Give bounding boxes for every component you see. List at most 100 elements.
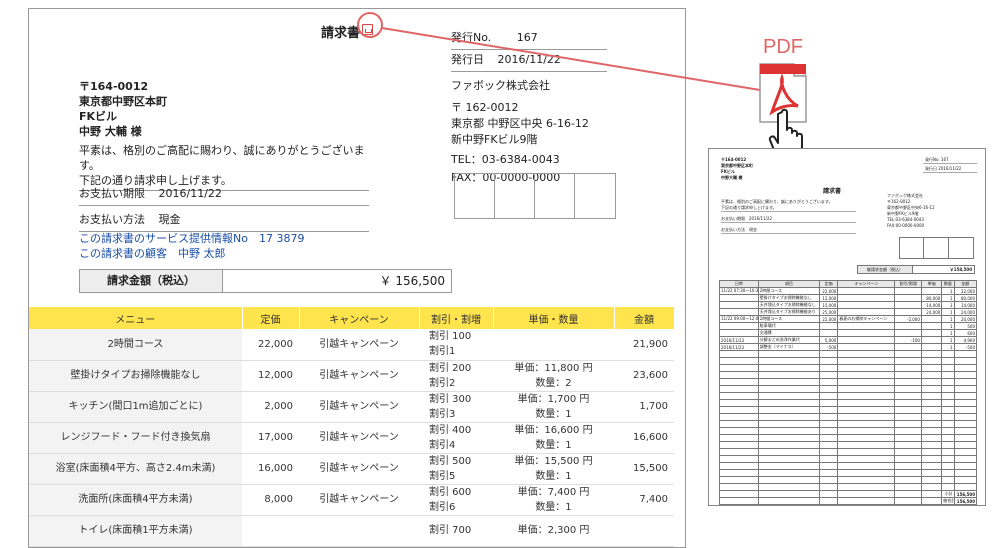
thumb-stamp-box bbox=[900, 238, 925, 258]
thumb-cell bbox=[920, 392, 943, 400]
thumb-cell bbox=[953, 371, 978, 379]
thumb-cell: 22,000 bbox=[818, 287, 839, 295]
thumb-cell bbox=[894, 427, 922, 435]
thumb-cell bbox=[719, 420, 759, 428]
thumb-cell bbox=[894, 378, 922, 386]
thumb-cell bbox=[953, 413, 978, 421]
thumb-cell bbox=[818, 399, 839, 407]
thumb-row: 交通費 1 600 bbox=[719, 329, 978, 337]
thumb-cell bbox=[920, 364, 943, 372]
thumb-rule bbox=[923, 163, 977, 164]
thumb-cell bbox=[757, 455, 820, 463]
thumb-cell: 駐車場代 bbox=[757, 322, 820, 330]
thumb-col-header: 数量 bbox=[941, 280, 955, 288]
thumb-cell bbox=[837, 301, 896, 309]
thumb-cell bbox=[894, 455, 922, 463]
thumb-cell: 1 bbox=[941, 343, 955, 351]
thumb-cell bbox=[757, 364, 820, 372]
thumb-cell bbox=[818, 378, 839, 386]
thumb-cell bbox=[757, 427, 820, 435]
thumb-cell bbox=[920, 455, 943, 463]
thumb-cell bbox=[894, 322, 922, 330]
thumb-col-header: 金額 bbox=[953, 280, 978, 288]
thumb-col-header: 割引/割増 bbox=[894, 280, 922, 288]
thumb-cell: 14,000 bbox=[920, 301, 943, 309]
thumb-cell: 24,000 bbox=[953, 308, 978, 316]
thumb-cell bbox=[953, 469, 978, 477]
thumb-cell bbox=[941, 371, 955, 379]
thumb-cell: -2,000 bbox=[894, 315, 922, 323]
thumb-row: 天井埋込タイプお掃除機能なし 15,000 14,000 1 14,000 bbox=[719, 301, 978, 309]
thumb-row: 11/22 07:30〜10:30 2時間コース 22,000 1 22,000 bbox=[719, 287, 978, 295]
thumb-row bbox=[719, 469, 978, 477]
thumb-total-box: 御請求金額（税込） ￥158,500 bbox=[857, 265, 975, 274]
thumb-cell: 156,500 bbox=[953, 490, 978, 498]
thumb-cell bbox=[757, 378, 820, 386]
thumb-cell: 80,000 bbox=[920, 294, 943, 302]
thumb-cell: 壁掛けタイプお掃除機能なし bbox=[757, 294, 820, 302]
thumb-cell bbox=[894, 476, 922, 484]
thumb-cell: 156,500 bbox=[953, 497, 978, 505]
thumb-cell bbox=[920, 420, 943, 428]
thumb-cell bbox=[719, 378, 759, 386]
thumb-row: 2016/11/23 調整金（マイナス） -500 1 -500 bbox=[719, 343, 978, 351]
pdf-preview-thumbnail[interactable]: 〒164-0012 東京都中野区本町 FKビル 中野大輔 様 発行No. 167… bbox=[708, 148, 986, 506]
thumb-cell: 天井埋込タイプお掃除機能なし bbox=[757, 301, 820, 309]
thumb-cell bbox=[719, 406, 759, 414]
thumb-items-table: 日時 項目 定価 キャンペーン 割引/割増 単価 数量 金額 11/22 07:… bbox=[719, 280, 978, 505]
thumb-cell bbox=[757, 462, 820, 470]
thumb-row: 壁掛けタイプお掃除機能なし 12,000 80,000 1 80,000 bbox=[719, 294, 978, 302]
thumb-cell bbox=[894, 483, 922, 491]
thumb-cell bbox=[719, 392, 759, 400]
thumb-cell bbox=[719, 476, 759, 484]
thumb-cell bbox=[719, 371, 759, 379]
thumb-cell bbox=[941, 385, 955, 393]
thumb-rule bbox=[923, 172, 977, 173]
thumb-cell bbox=[953, 406, 978, 414]
thumb-cell: 2016/11/23 bbox=[719, 336, 759, 344]
thumb-name: 中野大輔 様 bbox=[721, 175, 743, 180]
thumb-cell bbox=[719, 413, 759, 421]
thumb-cell: 春夏のお掃除キャンペーン bbox=[837, 315, 896, 323]
thumb-cell: 5,000 bbox=[818, 336, 839, 344]
thumb-cell bbox=[894, 469, 922, 477]
thumb-cell bbox=[920, 315, 943, 323]
thumb-cell bbox=[837, 343, 896, 351]
thumb-cell bbox=[894, 406, 922, 414]
thumb-cell bbox=[953, 427, 978, 435]
thumb-cell bbox=[837, 336, 896, 344]
thumb-cell bbox=[719, 497, 759, 505]
thumb-cell bbox=[894, 301, 922, 309]
thumb-cell bbox=[941, 364, 955, 372]
thumb-cell bbox=[719, 441, 759, 449]
thumb-cell bbox=[953, 399, 978, 407]
thumb-cell bbox=[818, 497, 839, 505]
thumb-total: ￥158,500 bbox=[949, 267, 972, 272]
thumb-cell bbox=[953, 364, 978, 372]
thumb-cell bbox=[757, 350, 820, 358]
thumb-rule bbox=[721, 222, 856, 223]
thumb-cell bbox=[719, 329, 759, 337]
thumb-cell bbox=[757, 399, 820, 407]
thumb-cell bbox=[837, 378, 896, 386]
thumb-row bbox=[719, 350, 978, 358]
thumb-cell: 15,000 bbox=[818, 301, 839, 309]
thumb-cell bbox=[719, 462, 759, 470]
thumb-cell bbox=[757, 385, 820, 393]
thumb-header: 日時 項目 定価 キャンペーン 割引/割増 単価 数量 金額 bbox=[719, 280, 978, 288]
thumb-cell bbox=[894, 413, 922, 421]
thumb-stamp-box bbox=[949, 238, 973, 258]
thumb-cell bbox=[837, 434, 896, 442]
thumb-cell bbox=[941, 357, 955, 365]
thumb-cell bbox=[719, 385, 759, 393]
thumb-cell bbox=[837, 497, 896, 505]
thumb-cell: 小計 bbox=[941, 490, 955, 498]
thumb-cell: 1 bbox=[941, 301, 955, 309]
thumb-cell bbox=[953, 392, 978, 400]
thumb-cell bbox=[920, 357, 943, 365]
thumb-cell bbox=[757, 497, 820, 505]
thumb-cell bbox=[719, 357, 759, 365]
thumb-cell bbox=[941, 441, 955, 449]
thumb-row bbox=[719, 371, 978, 379]
thumb-cell bbox=[757, 448, 820, 456]
